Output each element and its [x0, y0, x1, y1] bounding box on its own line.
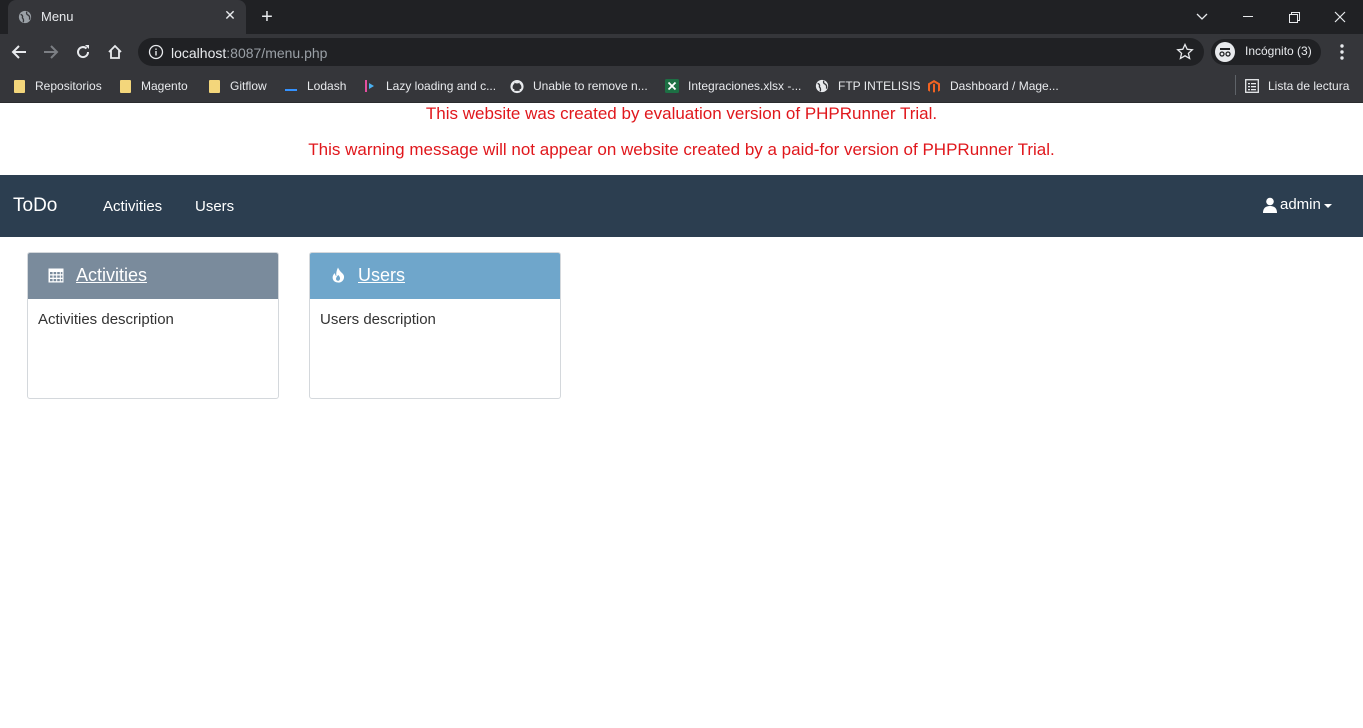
bookmark-label: Integraciones.xlsx -... — [688, 79, 802, 93]
bookmark-gitflow[interactable]: Gitflow — [207, 77, 267, 95]
bookmarks-bar: Repositorios Magento Gitflow Lodash Lazy… — [0, 70, 1363, 103]
bookmark-label: Dashboard / Mage... — [950, 79, 1059, 93]
bookmark-lazy-loading[interactable]: Lazy loading and c... — [363, 77, 496, 95]
browser-toolbar: localhost:8087/menu.php Incógnito (3) — [0, 34, 1363, 70]
reading-list-button[interactable]: Lista de lectura — [1245, 77, 1349, 95]
tab-title: Menu — [41, 9, 74, 24]
lazy-loading-icon — [363, 79, 377, 93]
excel-icon — [665, 79, 679, 93]
globe-icon — [18, 10, 32, 24]
new-tab-icon[interactable]: + — [256, 6, 278, 28]
bookmark-label: FTP INTELISIS — [838, 79, 921, 93]
magento-icon — [927, 79, 941, 93]
back-icon[interactable] — [7, 40, 31, 64]
forward-icon[interactable] — [39, 40, 63, 64]
menu-card-activities: Activities Activities description — [27, 252, 279, 399]
address-bar[interactable]: localhost:8087/menu.php — [138, 38, 1204, 66]
reload-icon[interactable] — [71, 40, 95, 64]
bookmark-star-icon[interactable] — [1176, 43, 1194, 61]
folder-icon — [118, 79, 132, 93]
bookmark-label: Lazy loading and c... — [386, 79, 497, 93]
bookmark-label: Magento — [141, 79, 188, 93]
calendar-icon — [48, 268, 64, 283]
bookmark-label: Gitflow — [230, 79, 267, 93]
user-icon — [1263, 197, 1277, 213]
card-description: Activities description — [38, 311, 174, 328]
bookmark-lodash[interactable]: Lodash — [284, 77, 346, 95]
globe-icon — [815, 79, 829, 93]
bookmark-repositorios[interactable]: Repositorios — [12, 77, 102, 95]
browser-tab[interactable]: Menu ✕ — [8, 0, 246, 34]
bookmark-label: Repositorios — [35, 79, 102, 93]
user-name: admin — [1280, 196, 1321, 213]
card-header[interactable]: Activities — [28, 253, 278, 299]
trial-warning-line-1: This website was created by evaluation v… — [425, 104, 938, 123]
fire-icon — [332, 267, 345, 283]
bookmark-integraciones[interactable]: Integraciones.xlsx -... — [665, 77, 801, 95]
close-tab-icon[interactable]: ✕ — [222, 7, 238, 23]
nav-link-users[interactable]: Users — [195, 198, 234, 215]
bookmark-label: Unable to remove n... — [533, 79, 648, 93]
bookmark-ftp-intelisis[interactable]: FTP INTELISIS — [815, 77, 920, 95]
bookmark-magento[interactable]: Magento — [118, 77, 188, 95]
card-description: Users description — [320, 311, 436, 328]
bookmark-dashboard-magento[interactable]: Dashboard / Mage... — [927, 77, 1059, 95]
user-menu-dropdown[interactable]: admin — [1262, 196, 1332, 213]
bookmark-label: Lodash — [307, 79, 347, 93]
nav-link-activities[interactable]: Activities — [103, 198, 162, 215]
bookmark-github[interactable]: Unable to remove n... — [510, 77, 648, 95]
folder-icon — [207, 79, 221, 93]
lodash-icon — [284, 79, 298, 93]
trial-warning-line-2: This warning message will not appear on … — [308, 140, 1055, 159]
reading-list-label: Lista de lectura — [1268, 79, 1350, 93]
site-info-icon[interactable] — [148, 44, 164, 60]
browser-tab-strip: Menu ✕ + — [0, 0, 1363, 34]
card-title-link[interactable]: Activities — [76, 265, 147, 286]
folder-icon — [12, 79, 26, 93]
card-title-link[interactable]: Users — [358, 265, 405, 286]
incognito-icon — [1215, 42, 1235, 62]
minimize-icon[interactable] — [1225, 0, 1271, 34]
restore-icon[interactable] — [1271, 0, 1317, 34]
url-path: :8087/menu.php — [226, 45, 328, 61]
url-text[interactable]: localhost:8087/menu.php — [171, 45, 327, 61]
caret-down-icon — [1323, 203, 1332, 208]
incognito-profile-button[interactable]: Incógnito (3) — [1211, 39, 1321, 65]
app-navbar: ToDo Activities Users admin — [0, 175, 1363, 237]
card-header[interactable]: Users — [310, 253, 560, 299]
home-icon[interactable] — [103, 40, 127, 64]
url-host: localhost — [171, 45, 227, 61]
app-brand[interactable]: ToDo — [13, 195, 57, 217]
tab-search-icon[interactable] — [1179, 0, 1225, 34]
menu-card-users: Users Users description — [309, 252, 561, 399]
reading-list-icon — [1245, 79, 1259, 93]
close-window-icon[interactable] — [1317, 0, 1363, 34]
github-icon — [510, 79, 524, 93]
browser-menu-icon[interactable] — [1332, 42, 1352, 62]
incognito-label: Incógnito (3) — [1245, 44, 1312, 58]
bookmarks-separator — [1235, 75, 1236, 95]
